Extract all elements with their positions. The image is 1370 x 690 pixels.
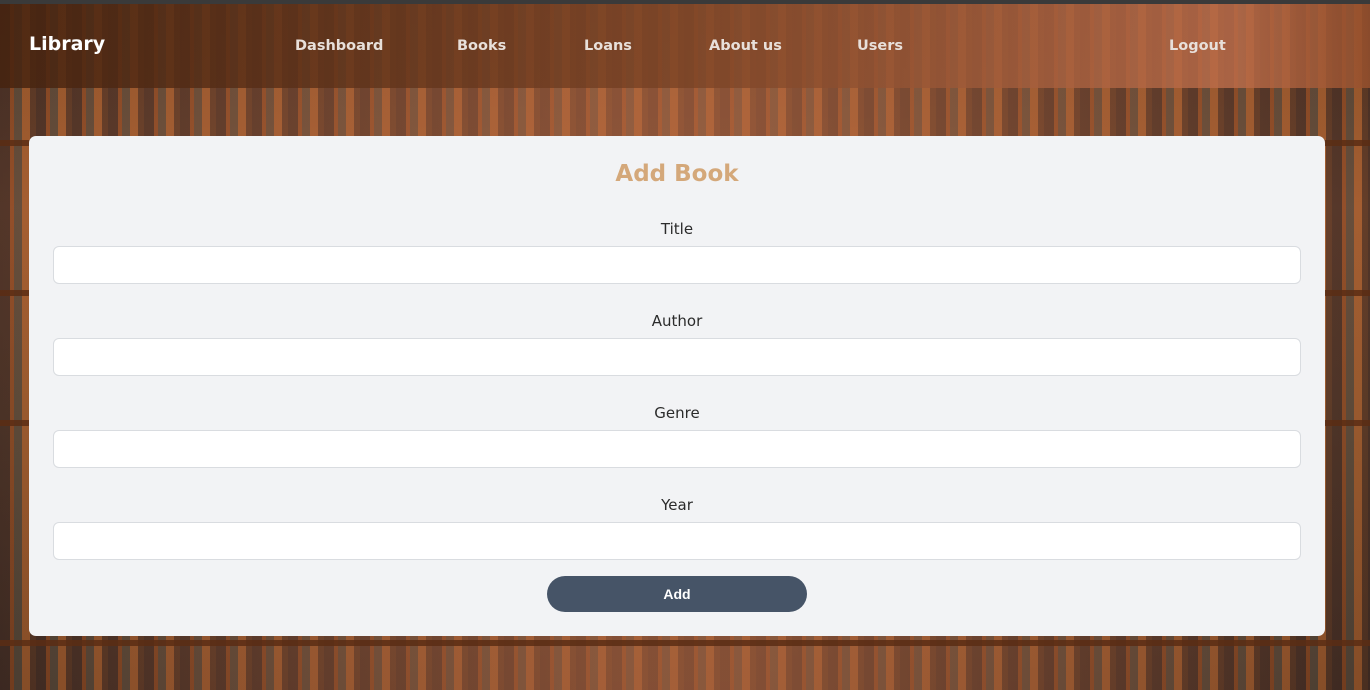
nav-link-logout[interactable]: Logout <box>1169 38 1226 54</box>
add-button[interactable]: Add <box>547 576 807 612</box>
nav-link-loans[interactable]: Loans <box>584 38 632 54</box>
form-title: Add Book <box>615 161 739 187</box>
author-label: Author <box>651 312 703 330</box>
brand-logo[interactable]: Library <box>29 33 105 55</box>
year-label: Year <box>661 496 693 514</box>
shelf-divider <box>0 640 1370 646</box>
genre-input[interactable] <box>53 430 1301 468</box>
title-label: Title <box>660 220 694 238</box>
author-input[interactable] <box>53 338 1301 376</box>
nav-link-about-us[interactable]: About us <box>709 38 782 54</box>
top-navbar: Library Dashboard Books Loans About us U… <box>0 4 1370 88</box>
nav-link-dashboard[interactable]: Dashboard <box>295 38 383 54</box>
title-input[interactable] <box>53 246 1301 284</box>
year-input[interactable] <box>53 522 1301 560</box>
nav-link-users[interactable]: Users <box>857 38 903 54</box>
add-book-form-card: Add Book Title Author Genre Year Add <box>29 136 1325 636</box>
genre-label: Genre <box>654 404 700 422</box>
nav-link-books[interactable]: Books <box>457 38 506 54</box>
